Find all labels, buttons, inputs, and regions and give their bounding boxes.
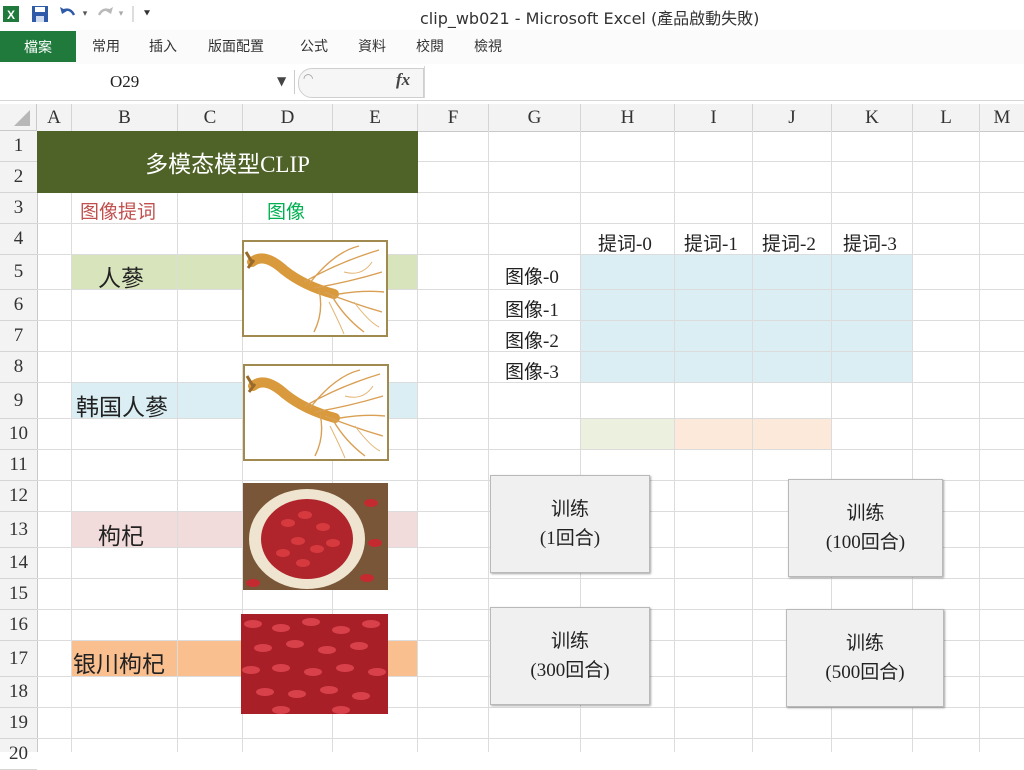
image-column-header: 图像: [267, 202, 306, 223]
matrix-col-header-0: 提词-0: [598, 234, 652, 255]
tab-review[interactable]: 校閱: [416, 36, 444, 56]
name-box-value: O29: [110, 72, 140, 91]
column-header-b[interactable]: B: [72, 104, 178, 131]
row-header-16[interactable]: 16: [0, 610, 37, 641]
collapse-icon[interactable]: ◠: [303, 71, 313, 85]
column-header-c[interactable]: C: [178, 104, 243, 131]
column-header-g[interactable]: G: [489, 104, 581, 131]
column-header-f[interactable]: F: [418, 104, 489, 131]
prompt-label-goji: 枸杞: [98, 524, 144, 549]
save-icon[interactable]: [30, 4, 50, 24]
cell-i10-j10-fill[interactable]: [675, 419, 832, 450]
similarity-matrix[interactable]: [581, 255, 913, 383]
button-label-line1: 训练: [846, 503, 885, 524]
undo-icon[interactable]: [56, 4, 80, 24]
window-title: clip_wb021 - Microsoft Excel (產品啟動失敗): [420, 9, 760, 28]
tab-data[interactable]: 資料: [358, 36, 386, 56]
row-header-14[interactable]: 14: [0, 548, 37, 579]
redo-icon[interactable]: [94, 4, 116, 24]
button-label-line2: (500回合): [825, 662, 905, 683]
column-header-a[interactable]: A: [37, 104, 72, 131]
goji-berries-image[interactable]: [241, 614, 388, 714]
matrix-row-header-1: 图像-1: [505, 300, 559, 321]
cell-h10-fill[interactable]: [581, 419, 675, 450]
prompt-column-header: 图像提词: [80, 202, 157, 223]
row-header-17[interactable]: 17: [0, 641, 37, 677]
button-label-line2: (300回合): [530, 660, 610, 681]
matrix-row-header-0: 图像-0: [505, 267, 559, 288]
matrix-col-header-1: 提词-1: [684, 234, 738, 255]
column-header-d[interactable]: D: [243, 104, 333, 131]
ginseng-image[interactable]: [242, 240, 388, 337]
row-header-12[interactable]: 12: [0, 481, 37, 512]
row-header-18[interactable]: 18: [0, 677, 37, 708]
train-1-epoch-button[interactable]: 训练 (1回合): [490, 475, 650, 573]
banner-title: 多模态模型CLIP: [145, 152, 310, 177]
tab-insert[interactable]: 插入: [149, 36, 177, 56]
column-header-k[interactable]: K: [832, 104, 913, 131]
row-header-8[interactable]: 8: [0, 352, 37, 383]
row-header-7[interactable]: 7: [0, 321, 37, 352]
tab-file[interactable]: 檔案: [0, 31, 76, 62]
row-header-6[interactable]: 6: [0, 290, 37, 321]
button-label-line2: (1回合): [539, 528, 601, 549]
button-label-line1: 训练: [550, 499, 589, 520]
row-header-1[interactable]: 1: [0, 131, 37, 162]
toolbar-divider: [132, 6, 134, 22]
korean-ginseng-image[interactable]: [243, 364, 389, 461]
banner-cell[interactable]: 多模态模型CLIP: [37, 131, 418, 193]
row-header-13[interactable]: 13: [0, 512, 37, 548]
select-all-corner[interactable]: [0, 104, 37, 131]
undo-dropdown-icon[interactable]: ▾: [80, 4, 90, 24]
row-header-5[interactable]: 5: [0, 255, 37, 290]
row-header-4[interactable]: 4: [0, 224, 37, 255]
matrix-col-header-2: 提词-2: [762, 234, 816, 255]
column-header-h[interactable]: H: [581, 104, 675, 131]
excel-icon[interactable]: X: [2, 4, 20, 24]
train-300-epochs-button[interactable]: 训练 (300回合): [490, 607, 650, 705]
train-500-epochs-button[interactable]: 训练 (500回合): [786, 609, 944, 707]
button-label-line1: 训练: [550, 631, 589, 652]
row-header-11[interactable]: 11: [0, 450, 37, 481]
row-header-2[interactable]: 2: [0, 162, 37, 193]
matrix-col-header-3: 提词-3: [843, 234, 897, 255]
column-header-e[interactable]: E: [333, 104, 418, 131]
prompt-label-ginseng: 人蔘: [98, 266, 144, 291]
row-header-15[interactable]: 15: [0, 579, 37, 610]
redo-dropdown-icon: ▾: [118, 9, 124, 19]
column-header-j[interactable]: J: [753, 104, 832, 131]
column-header-i[interactable]: I: [675, 104, 753, 131]
tab-view[interactable]: 檢視: [474, 36, 502, 56]
matrix-row-header-3: 图像-3: [505, 362, 559, 383]
row-header-19[interactable]: 19: [0, 708, 37, 739]
prompt-label-yinchuan-goji: 银川枸杞: [73, 652, 165, 677]
svg-text:X: X: [7, 8, 15, 22]
column-header-m[interactable]: M: [980, 104, 1024, 131]
row-header-3[interactable]: 3: [0, 193, 37, 224]
formula-input[interactable]: [424, 66, 1024, 98]
button-label-line2: (100回合): [825, 532, 906, 553]
matrix-row-header-2: 图像-2: [505, 331, 559, 352]
row-header-20[interactable]: 20: [0, 739, 37, 770]
insert-function-icon[interactable]: fx: [396, 70, 410, 90]
button-label-line1: 训练: [845, 633, 884, 654]
tab-home[interactable]: 常用: [92, 36, 120, 56]
row-header-9[interactable]: 9: [0, 383, 37, 419]
row-header-10[interactable]: 10: [0, 419, 37, 450]
goji-bowl-image[interactable]: [243, 483, 388, 590]
column-header-l[interactable]: L: [913, 104, 980, 131]
tab-page-layout[interactable]: 版面配置: [208, 36, 264, 56]
train-100-epochs-button[interactable]: 训练 (100回合): [788, 479, 943, 577]
name-box-dropdown-icon[interactable]: ▼: [277, 74, 286, 88]
name-box[interactable]: [0, 70, 295, 94]
tab-formulas[interactable]: 公式: [300, 36, 328, 56]
customize-icon[interactable]: ⯆: [140, 4, 154, 24]
prompt-label-korean-ginseng: 韩国人蔘: [76, 395, 168, 420]
